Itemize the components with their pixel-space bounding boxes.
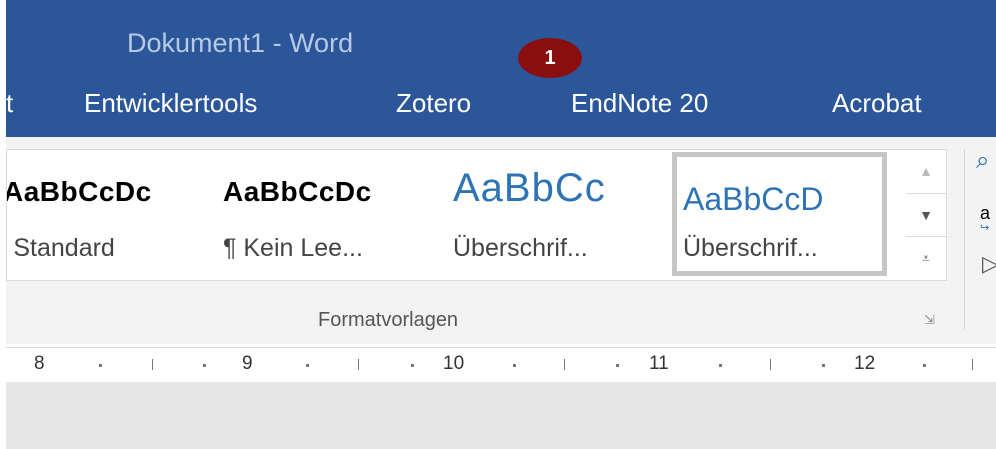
ruler-tick	[564, 359, 565, 370]
ruler-dot	[513, 364, 516, 367]
horizontal-ruler: 8 9 10 11 12	[6, 347, 996, 383]
ruler-dot	[719, 364, 722, 367]
style-name: Überschrif...	[683, 234, 818, 262]
style-sample: AaBbCcDc	[6, 176, 152, 207]
find-icon[interactable]: ⌕	[976, 147, 989, 175]
ruler-dot	[411, 364, 414, 367]
ruler-number: 12	[854, 353, 876, 374]
style-name: Überschrif...	[453, 234, 588, 262]
group-separator	[964, 149, 965, 329]
tab-entwicklertools[interactable]: Entwicklertools	[84, 88, 257, 119]
ruler-dot	[923, 364, 926, 367]
document-area[interactable]	[6, 382, 996, 449]
style-sample: AaBbCcDc	[223, 176, 372, 207]
scroll-down-icon[interactable]: ▼	[906, 193, 946, 237]
ruler-number: 10	[443, 353, 465, 374]
tab-partial[interactable]: t	[6, 88, 13, 119]
ruler-dot	[203, 364, 206, 367]
ruler-dot	[822, 364, 825, 367]
ruler-tick	[770, 359, 771, 370]
style-sample: AaBbCcD	[683, 181, 824, 217]
ruler-tick	[152, 359, 153, 370]
style-name: ¶ Kein Lee...	[223, 234, 363, 262]
style-sample: AaBbCc	[453, 166, 606, 210]
ruler-dot	[99, 364, 102, 367]
style-kein-leerraum[interactable]: AaBbCcDc ¶ Kein Lee...	[223, 150, 433, 278]
style-ueberschrift-1[interactable]: AaBbCc Überschrif...	[453, 150, 663, 278]
gallery-scrollbar: ▲ ▼ ⩡	[906, 149, 947, 281]
window-title: Dokument1 - Word	[127, 28, 354, 58]
tab-zotero[interactable]: Zotero	[396, 88, 471, 119]
styles-gallery: AaBbCcDc ¶ Standard AaBbCcDc ¶ Kein Lee.…	[6, 149, 908, 281]
scroll-up-icon[interactable]: ▲	[906, 150, 946, 193]
replace-arrow-icon: ↪	[980, 222, 990, 234]
editing-group-partial: ⌕ a ↪ ▷	[976, 147, 996, 297]
step-badge: 1	[518, 38, 582, 78]
style-name: ¶ Standard	[7, 234, 115, 262]
ruler-number: 8	[34, 353, 45, 374]
dialog-launcher-icon[interactable]: ⇲	[924, 312, 935, 328]
ribbon-tabs: t Entwicklertools Zotero EndNote 20 Acro…	[0, 88, 990, 132]
style-standard[interactable]: AaBbCcDc ¶ Standard	[6, 150, 203, 278]
ruler-number: 9	[242, 353, 253, 374]
ruler-tick	[358, 359, 359, 370]
group-label: Formatvorlagen	[318, 309, 459, 331]
ruler-tick	[972, 359, 973, 370]
ruler-dot	[306, 364, 309, 367]
style-ueberschrift-2[interactable]: AaBbCcD Überschrif...	[672, 152, 887, 276]
tab-acrobat[interactable]: Acrobat	[832, 88, 922, 119]
tab-endnote[interactable]: EndNote 20	[571, 88, 708, 119]
ruler-dot	[616, 364, 619, 367]
ribbon-panel: AaBbCcDc ¶ Standard AaBbCcDc ¶ Kein Lee.…	[6, 137, 996, 344]
more-styles-icon[interactable]: ⩡	[906, 236, 946, 280]
ruler-number: 11	[649, 353, 669, 374]
select-icon[interactable]: ▷	[982, 251, 996, 277]
